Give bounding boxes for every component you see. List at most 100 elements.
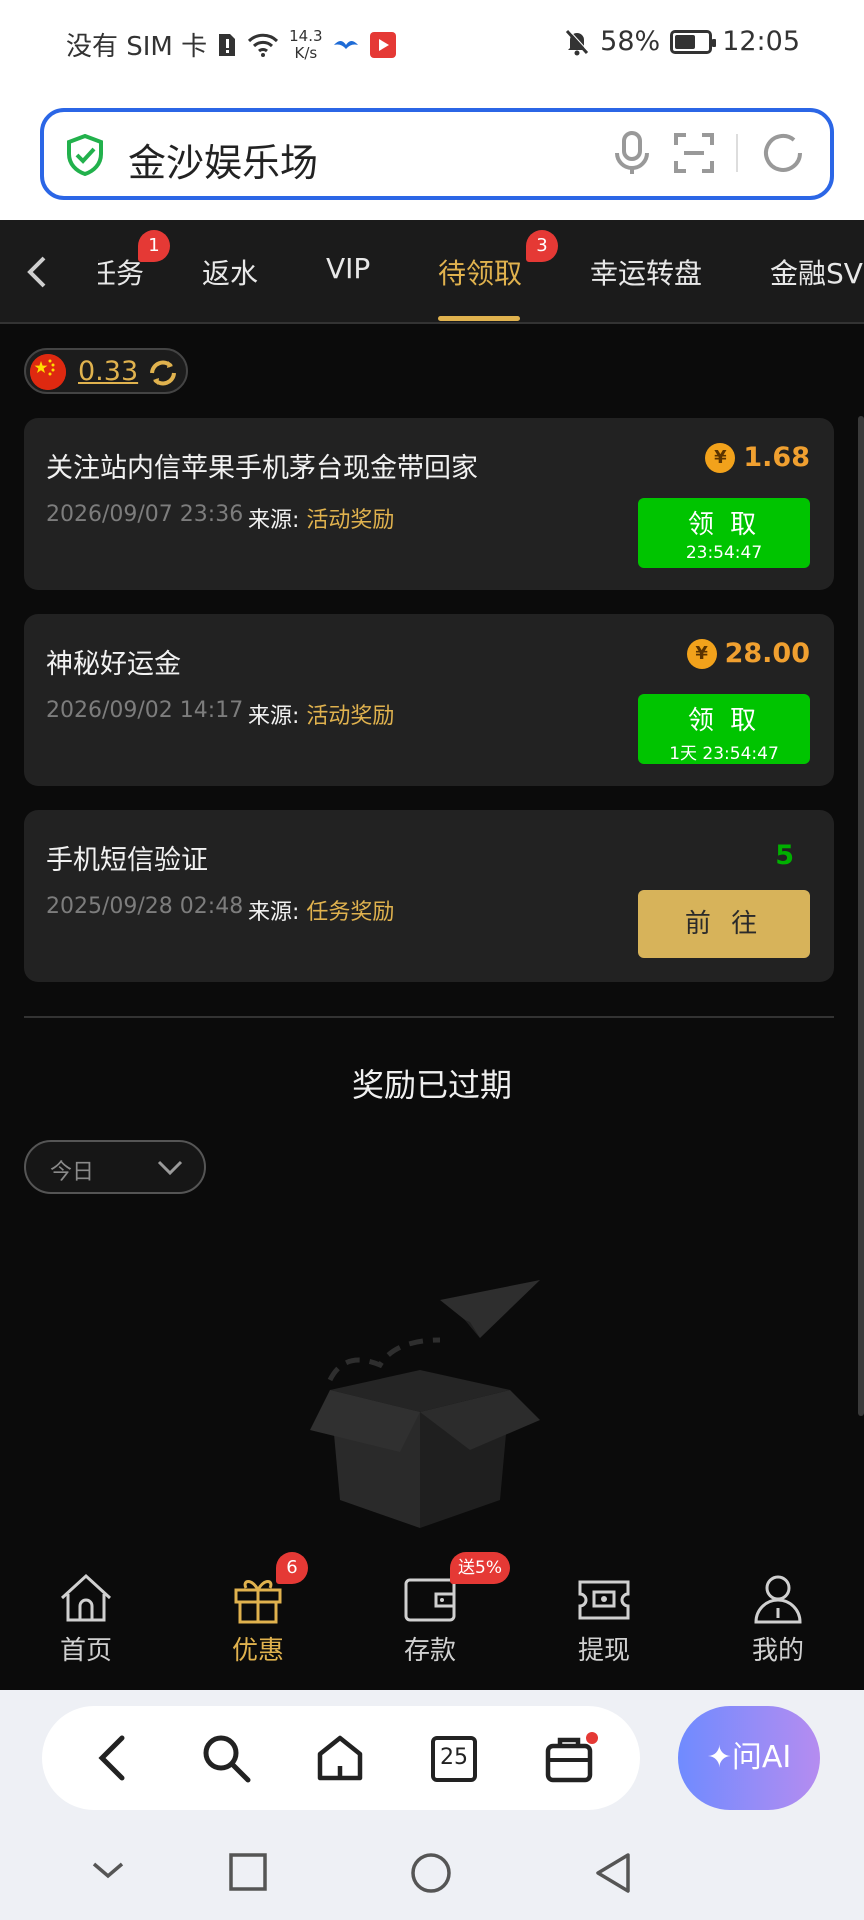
source-label: 来源:	[248, 704, 300, 729]
source-value: 活动奖励	[306, 704, 395, 729]
search-icon[interactable]	[200, 1732, 252, 1784]
bird-app-icon	[333, 40, 358, 49]
nav-label: 优惠	[231, 1636, 284, 1666]
search-bar[interactable]: 金沙娱乐场	[40, 108, 834, 200]
cash-icon	[578, 1580, 630, 1620]
date-filter-value: 今日	[50, 1160, 95, 1185]
reward-points: 5	[775, 840, 794, 871]
reward-source: 来源: 任务奖励	[248, 894, 394, 926]
chevron-down-icon	[157, 1160, 183, 1176]
ask-ai-label: 问AI	[731, 1740, 792, 1775]
divider	[24, 1016, 834, 1018]
recent-apps-icon[interactable]	[228, 1852, 268, 1892]
scrollbar[interactable]	[858, 416, 864, 1416]
claim-label: 领 取	[687, 706, 761, 736]
reward-date: 2025/09/28 02:48	[46, 894, 244, 919]
search-input[interactable]: 金沙娱乐场	[128, 132, 318, 187]
reward-title: 手机短信验证	[46, 845, 208, 876]
mute-bell-icon	[566, 29, 590, 55]
browser-address-area: 金沙娱乐场	[0, 86, 864, 220]
nav-profile[interactable]: 我的	[718, 1572, 838, 1667]
nav-label: 存款	[403, 1636, 456, 1666]
reward-date: 2026/09/02 14:17	[46, 698, 244, 723]
category-tabs: 任务 1 返水 VIP 待领取 3 幸运转盘 金融SVIP	[0, 220, 864, 324]
tab-finance-svip[interactable]: 金融SVIP	[770, 252, 864, 292]
claim-label: 领 取	[687, 510, 761, 540]
clock: 12:05	[722, 26, 800, 57]
reward-source: 来源: 活动奖励	[248, 502, 394, 534]
chevron-down-icon[interactable]	[90, 1852, 126, 1888]
refresh-balance-icon[interactable]	[146, 356, 180, 390]
amount-value: 1.68	[743, 442, 810, 473]
home-icon[interactable]	[314, 1732, 366, 1784]
nav-label: 我的	[751, 1636, 804, 1666]
tab-label: 幸运转盘	[590, 257, 703, 290]
reward-title: 神秘好运金	[46, 649, 181, 680]
tabs-button[interactable]: 25	[430, 1732, 478, 1784]
china-flag-icon	[30, 354, 66, 390]
nav-deposit[interactable]: 存款	[370, 1572, 490, 1667]
reward-amount: ¥28.00	[686, 638, 810, 669]
date-filter-select[interactable]: 今日	[24, 1140, 206, 1194]
amount-value: 28.00	[724, 638, 810, 669]
claim-countdown: 1天 23:54:47	[669, 744, 779, 764]
tab-label: 返水	[202, 257, 259, 290]
active-tab-indicator	[438, 316, 520, 321]
reward-card: 手机短信验证 2025/09/28 02:48 来源: 任务奖励 5 前 往	[24, 810, 834, 982]
separator	[736, 134, 738, 172]
claim-countdown: 23:54:47	[685, 543, 763, 563]
nav-offers[interactable]: 优惠	[198, 1572, 318, 1667]
scan-icon[interactable]	[674, 133, 714, 173]
back-triangle-icon[interactable]	[594, 1852, 634, 1894]
tab-lucky-wheel[interactable]: 幸运转盘	[590, 252, 702, 292]
reward-card: 神秘好运金 2026/09/02 14:17 来源: 活动奖励 ¥28.00 领…	[24, 614, 834, 786]
go-button[interactable]: 前 往	[638, 890, 810, 958]
back-icon[interactable]	[92, 1732, 132, 1784]
home-circle-icon[interactable]	[410, 1852, 452, 1894]
sim-alert-icon	[219, 33, 236, 56]
balance-pill: 0.33	[24, 348, 188, 394]
claim-button[interactable]: 领 取 1天 23:54:47	[638, 694, 810, 764]
tab-vip[interactable]: VIP	[326, 252, 370, 285]
chevron-left-icon[interactable]	[24, 254, 50, 290]
browser-toolbar: 25 ✦问AI	[0, 1690, 864, 1830]
empty-box-icon	[310, 1280, 540, 1528]
coin-icon: ¥	[705, 442, 736, 473]
refresh-icon[interactable]	[760, 130, 806, 176]
tab-rebate[interactable]: 返水	[202, 252, 258, 292]
tab-pending[interactable]: 待领取	[438, 252, 522, 292]
network-speed: 14.3 K/s	[289, 27, 322, 62]
ask-ai-button[interactable]: ✦问AI	[678, 1706, 820, 1810]
nav-home[interactable]: 首页	[26, 1572, 146, 1667]
tab-label: 任务	[88, 257, 145, 290]
tab-label: 金融SVIP	[770, 257, 864, 290]
balance-amount[interactable]: 0.33	[78, 356, 138, 387]
reward-date: 2026/09/07 23:36	[46, 502, 244, 527]
tab-badge: 3	[526, 230, 558, 262]
reward-source: 来源: 活动奖励	[248, 698, 394, 730]
source-value: 活动奖励	[306, 508, 395, 533]
wifi-icon	[248, 33, 279, 57]
source-label: 来源:	[248, 508, 300, 533]
home-icon	[60, 1573, 112, 1622]
bottom-nav: 首页 优惠 6 存款 送5% 提现 我的	[0, 1532, 864, 1690]
claim-button[interactable]: 领 取 23:54:47	[638, 498, 810, 568]
battery-icon	[670, 29, 717, 54]
profile-icon	[754, 1575, 802, 1624]
microphone-icon[interactable]	[612, 131, 652, 175]
reward-title: 关注站内信苹果手机茅台现金带回家	[46, 453, 478, 484]
tab-tasks[interactable]: 任务	[88, 252, 145, 292]
source-label: 来源:	[248, 900, 300, 925]
nav-badge: 6	[276, 1552, 308, 1584]
nav-withdraw[interactable]: 提现	[544, 1572, 664, 1667]
nav-badge: 送5%	[450, 1552, 510, 1584]
browser-toolbar-pill: 25	[42, 1706, 640, 1810]
tabs-count: 25	[440, 1745, 468, 1770]
shield-check-icon	[67, 134, 103, 176]
expired-section-title: 奖励已过期	[351, 1066, 512, 1104]
battery-percent: 58%	[600, 26, 661, 57]
nav-label: 提现	[577, 1636, 630, 1666]
toolbox-icon[interactable]	[542, 1732, 598, 1784]
reward-amount: ¥1.68	[705, 442, 810, 473]
speed-unit: K/s	[294, 43, 318, 62]
